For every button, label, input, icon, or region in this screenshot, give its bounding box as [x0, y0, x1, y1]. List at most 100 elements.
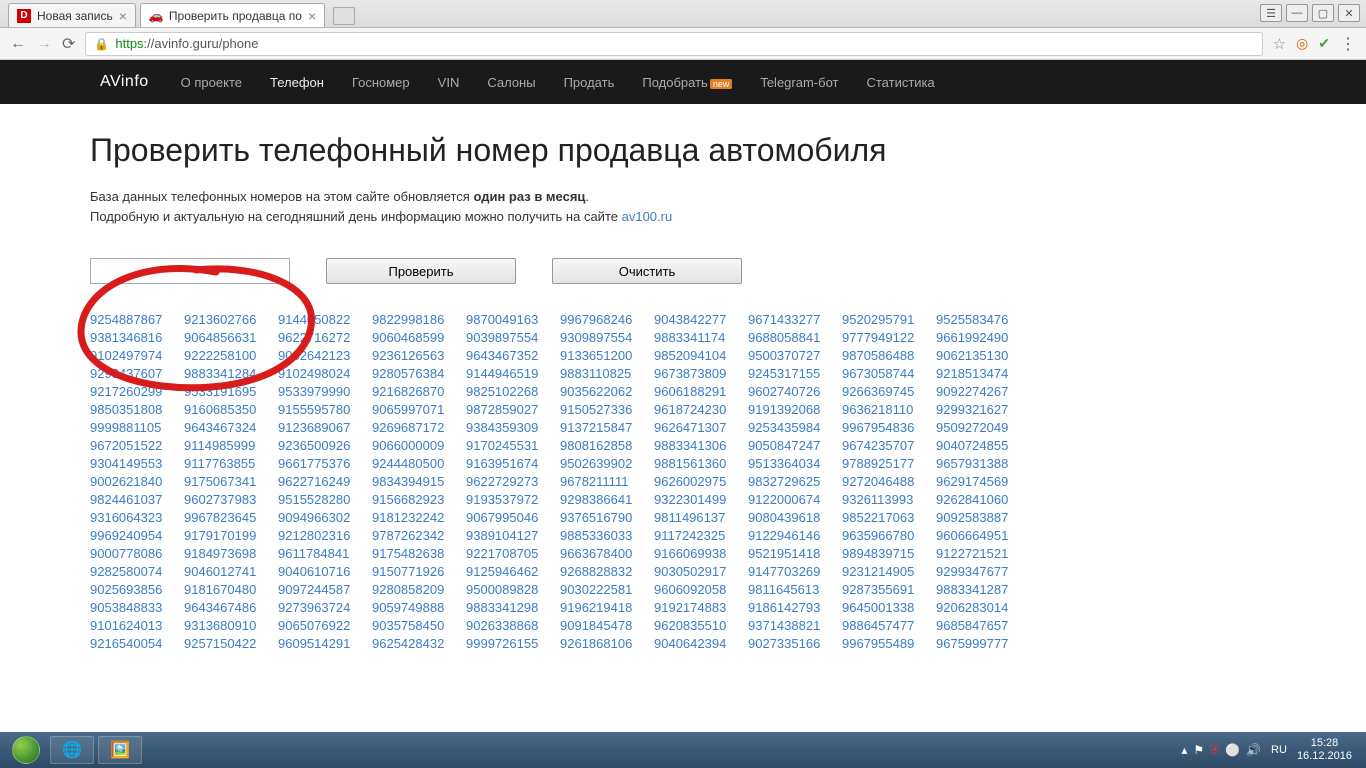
phone-link[interactable]: 9269687172 — [372, 420, 466, 435]
phone-link[interactable]: 9043842277 — [654, 312, 748, 327]
phone-link[interactable]: 9663678400 — [560, 546, 654, 561]
phone-link[interactable]: 9316064323 — [90, 510, 184, 525]
browser-tab-1[interactable]: D Новая запись × — [8, 3, 136, 27]
phone-link[interactable]: 9883341306 — [654, 438, 748, 453]
phone-link[interactable]: 9166069938 — [654, 546, 748, 561]
phone-link[interactable]: 9622716249 — [278, 474, 372, 489]
phone-link[interactable]: 9657931388 — [936, 456, 1030, 471]
phone-link[interactable]: 9002621840 — [90, 474, 184, 489]
phone-link[interactable]: 9094966302 — [278, 510, 372, 525]
phone-link[interactable]: 9266369745 — [842, 384, 936, 399]
phone-link[interactable]: 9026338868 — [466, 618, 560, 633]
phone-link[interactable]: 9236126563 — [372, 348, 466, 363]
phone-link[interactable]: 9065076922 — [278, 618, 372, 633]
phone-link[interactable]: 9261868106 — [560, 636, 654, 651]
phone-link[interactable]: 9125946462 — [466, 564, 560, 579]
phone-link[interactable]: 9870049163 — [466, 312, 560, 327]
phone-link[interactable]: 9216540054 — [90, 636, 184, 651]
phone-link[interactable]: 9122000674 — [748, 492, 842, 507]
phone-link[interactable]: 9384359309 — [466, 420, 560, 435]
phone-link[interactable]: 9881561360 — [654, 456, 748, 471]
phone-link[interactable]: 9808162858 — [560, 438, 654, 453]
phone-link[interactable]: 9282580074 — [90, 564, 184, 579]
phone-link[interactable]: 9179170199 — [184, 528, 278, 543]
phone-link[interactable]: 9606092058 — [654, 582, 748, 597]
phone-link[interactable]: 9678211111 — [560, 474, 654, 489]
phone-link[interactable]: 9313680910 — [184, 618, 278, 633]
user-icon[interactable]: ☰ — [1260, 4, 1282, 22]
nav-gosnomer[interactable]: Госномер — [352, 75, 410, 90]
phone-link[interactable]: 9883110825 — [560, 366, 654, 381]
menu-icon[interactable]: ⋮ — [1340, 34, 1356, 54]
tray-icons[interactable]: ▴ ⚑ ⛨ ⚪ 🔊 — [1181, 743, 1261, 758]
phone-link[interactable]: 9212802316 — [278, 528, 372, 543]
phone-link[interactable]: 9253435984 — [748, 420, 842, 435]
desc-link[interactable]: av100.ru — [622, 209, 673, 224]
phone-link[interactable]: 9181670480 — [184, 582, 278, 597]
phone-link[interactable]: 9147703269 — [748, 564, 842, 579]
phone-link[interactable]: 9040610716 — [278, 564, 372, 579]
phone-link[interactable]: 9150527336 — [560, 402, 654, 417]
phone-link[interactable]: 9674235707 — [842, 438, 936, 453]
tray-clock[interactable]: 15:28 16.12.2016 — [1297, 737, 1352, 763]
phone-link[interactable]: 9000778086 — [90, 546, 184, 561]
phone-link[interactable]: 9852217063 — [842, 510, 936, 525]
tray-flag-icon[interactable]: ⚑ — [1193, 743, 1204, 758]
extension-target-icon[interactable]: ◎ — [1296, 35, 1308, 52]
phone-link[interactable]: 9287355691 — [842, 582, 936, 597]
phone-link[interactable]: 9030222581 — [560, 582, 654, 597]
tray-up-icon[interactable]: ▴ — [1181, 743, 1187, 758]
phone-link[interactable]: 9039897554 — [466, 330, 560, 345]
phone-link[interactable]: 9065997071 — [372, 402, 466, 417]
phone-link[interactable]: 9156682923 — [372, 492, 466, 507]
phone-link[interactable]: 9852094104 — [654, 348, 748, 363]
phone-link[interactable]: 9257150422 — [184, 636, 278, 651]
phone-link[interactable]: 9268828832 — [560, 564, 654, 579]
phone-link[interactable]: 9967968246 — [560, 312, 654, 327]
phone-link[interactable]: 9635966780 — [842, 528, 936, 543]
phone-link[interactable]: 9509272049 — [936, 420, 1030, 435]
phone-link[interactable]: 9811645613 — [748, 582, 842, 597]
phone-link[interactable]: 9626002975 — [654, 474, 748, 489]
phone-link[interactable]: 9117242325 — [654, 528, 748, 543]
phone-link[interactable]: 9834394915 — [372, 474, 466, 489]
phone-link[interactable]: 9245317155 — [748, 366, 842, 381]
phone-link[interactable]: 9097244587 — [278, 582, 372, 597]
phone-link[interactable]: 9825102268 — [466, 384, 560, 399]
phone-link[interactable]: 9626471307 — [654, 420, 748, 435]
phone-link[interactable]: 9636218110 — [842, 402, 936, 417]
nav-telegram[interactable]: Telegram-бот — [760, 75, 838, 90]
phone-link[interactable]: 9155595780 — [278, 402, 372, 417]
reload-icon[interactable]: ⟳ — [62, 34, 75, 54]
maximize-icon[interactable]: ▢ — [1312, 4, 1334, 22]
phone-link[interactable]: 9885336033 — [560, 528, 654, 543]
phone-link[interactable]: 9850351808 — [90, 402, 184, 417]
nav-salons[interactable]: Салоны — [487, 75, 535, 90]
phone-link[interactable]: 9602737983 — [184, 492, 278, 507]
phone-input[interactable] — [90, 258, 290, 284]
phone-link[interactable]: 9322301499 — [654, 492, 748, 507]
phone-link[interactable]: 9606664951 — [936, 528, 1030, 543]
taskbar-chrome[interactable]: 🌐 — [50, 736, 94, 764]
phone-link[interactable]: 9533191695 — [184, 384, 278, 399]
phone-link[interactable]: 9999726155 — [466, 636, 560, 651]
check-button[interactable]: Проверить — [326, 258, 516, 284]
phone-link[interactable]: 9525583476 — [936, 312, 1030, 327]
phone-link[interactable]: 9371438821 — [748, 618, 842, 633]
phone-link[interactable]: 9609514291 — [278, 636, 372, 651]
phone-link[interactable]: 9620835510 — [654, 618, 748, 633]
nav-pick[interactable]: Подобратьnew — [642, 75, 732, 90]
phone-link[interactable]: 9046012741 — [184, 564, 278, 579]
phone-link[interactable]: 9280858209 — [372, 582, 466, 597]
phone-link[interactable]: 9191392068 — [748, 402, 842, 417]
phone-link[interactable]: 9389104127 — [466, 528, 560, 543]
phone-link[interactable]: 9894839715 — [842, 546, 936, 561]
tray-network-icon[interactable]: ⚪ — [1225, 743, 1240, 758]
phone-link[interactable]: 9299347677 — [936, 564, 1030, 579]
nav-sell[interactable]: Продать — [564, 75, 615, 90]
phone-link[interactable]: 9672051522 — [90, 438, 184, 453]
phone-link[interactable]: 9181232242 — [372, 510, 466, 525]
phone-link[interactable]: 9206283014 — [936, 600, 1030, 615]
phone-link[interactable]: 9675999777 — [936, 636, 1030, 651]
phone-link[interactable]: 9035758450 — [372, 618, 466, 633]
